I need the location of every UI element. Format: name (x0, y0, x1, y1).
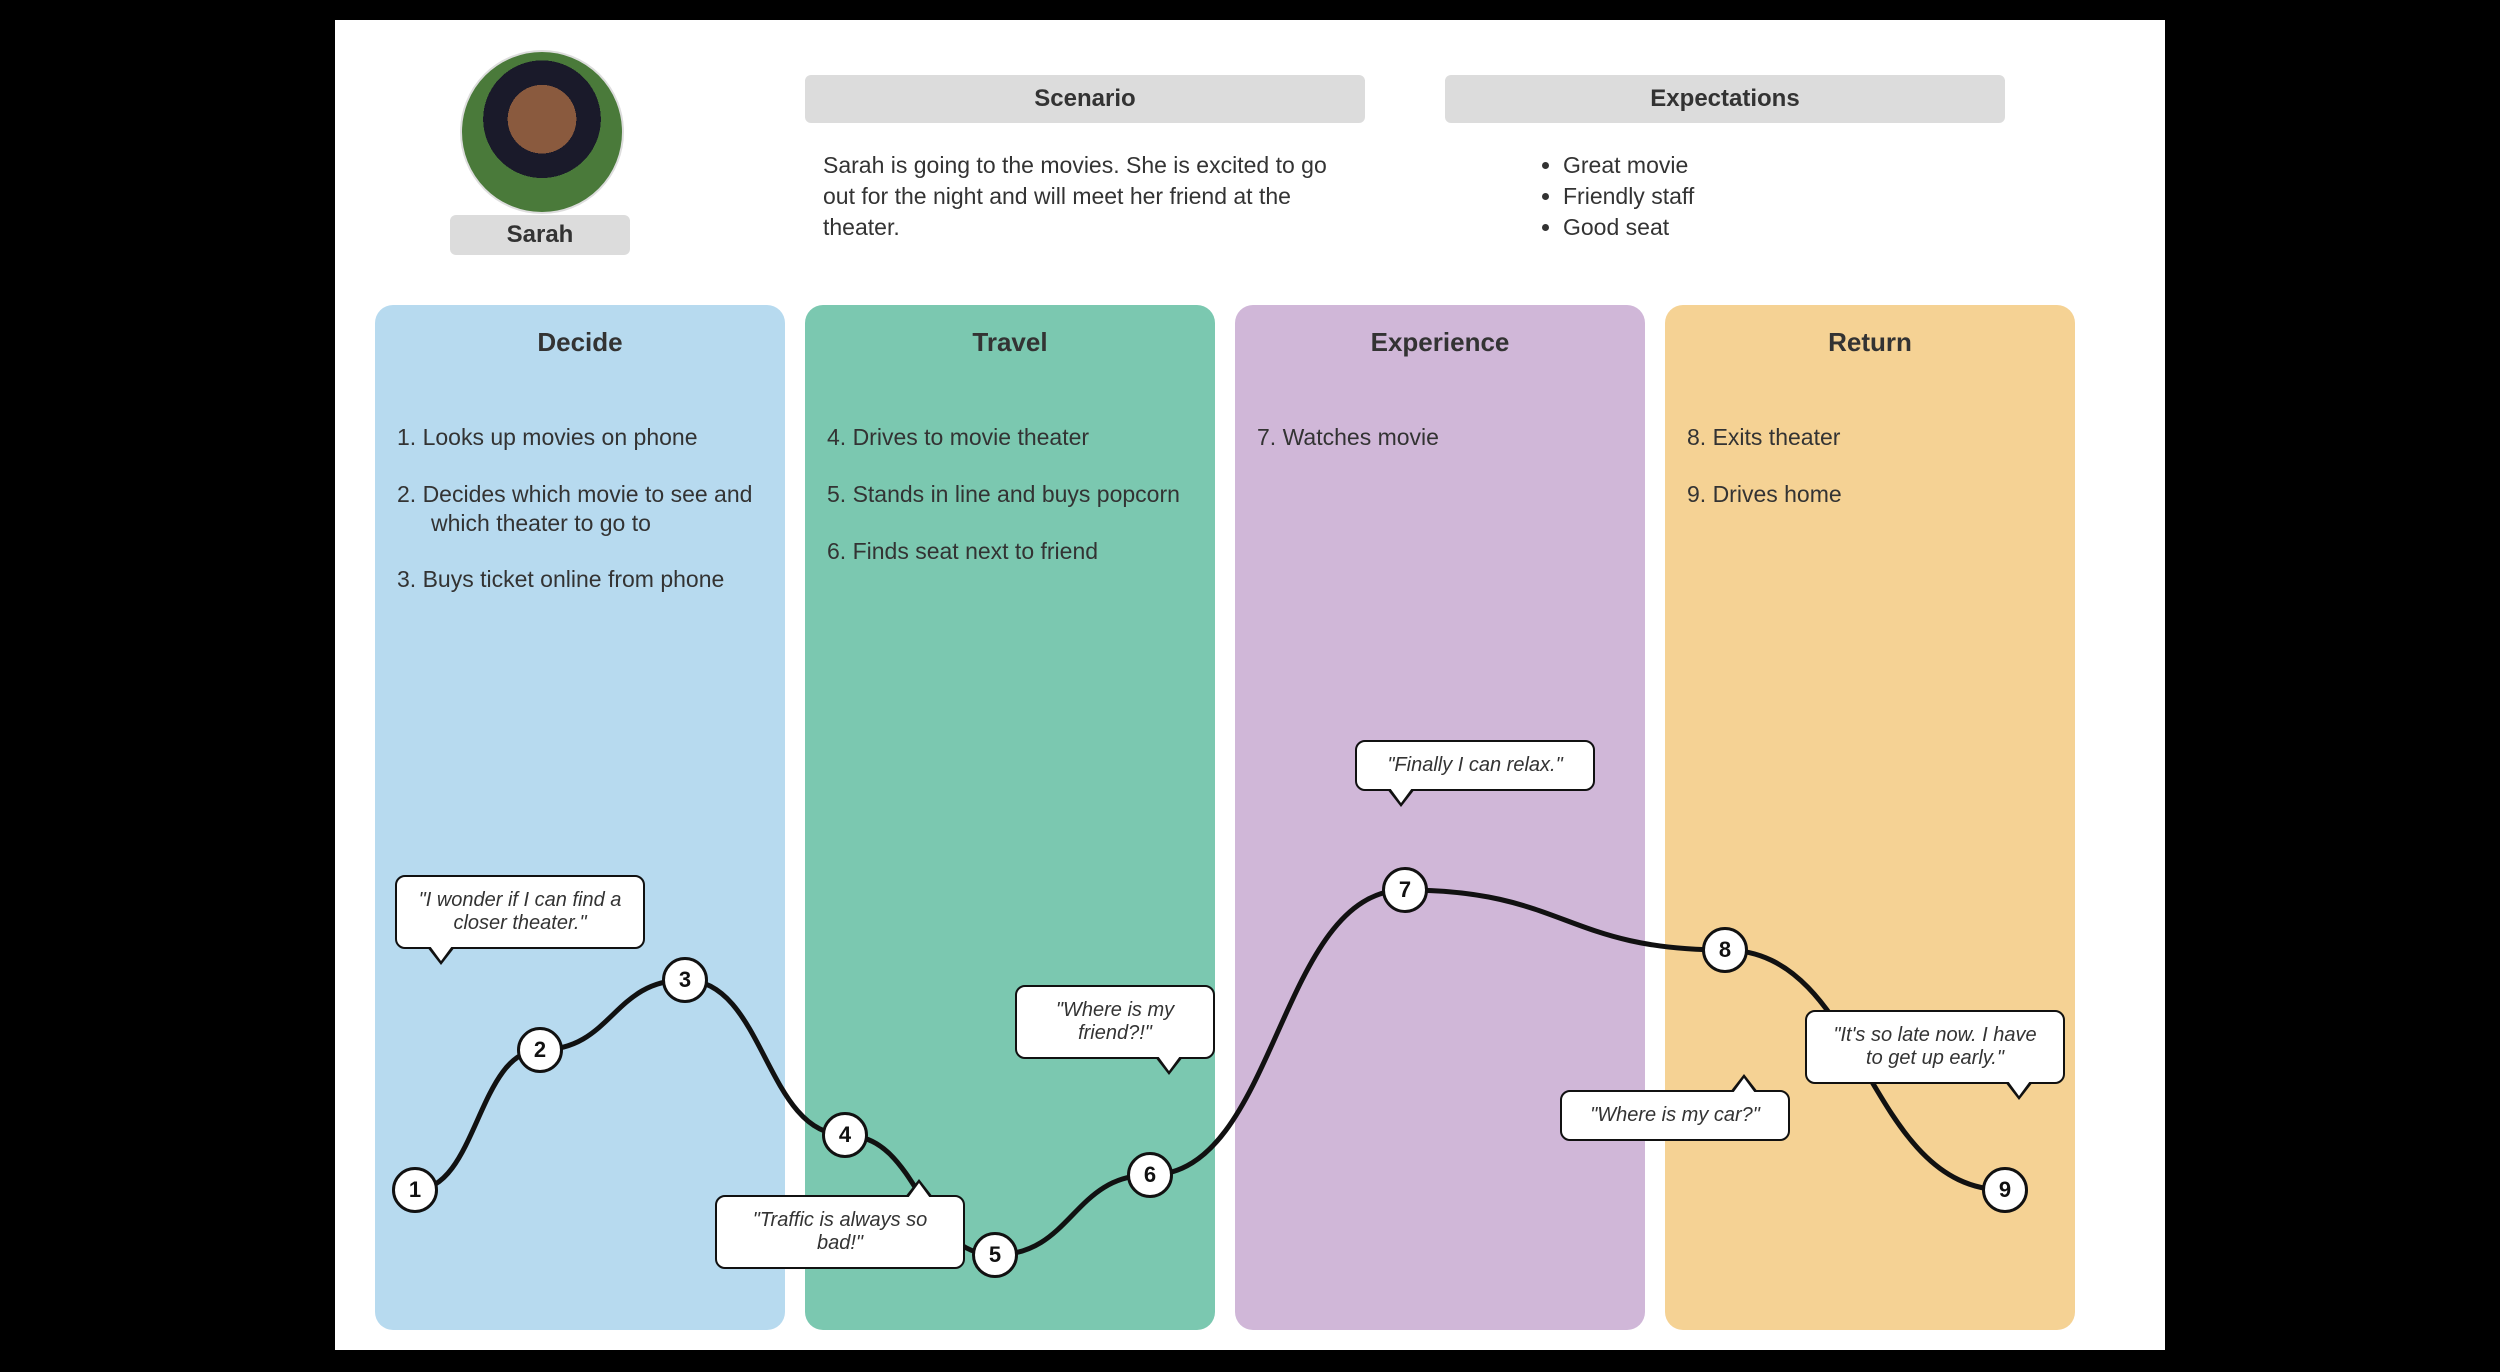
expectation-item: Good seat (1563, 212, 1995, 243)
journey-node-7: 7 (1382, 867, 1428, 913)
phase-experience: Experience 7. Watches movie (1235, 305, 1645, 1330)
phase-title: Travel (805, 305, 1215, 358)
expectations-header: Expectations (1445, 75, 2005, 123)
expectations-body: Great movie Friendly staff Good seat (1535, 150, 1995, 243)
bubble-tail-icon (2005, 1082, 2033, 1100)
scenario-body: Sarah is going to the movies. She is exc… (823, 150, 1353, 243)
phase-step: 1. Looks up movies on phone (397, 423, 763, 452)
phase-step: 8. Exits theater (1687, 423, 2053, 452)
persona-avatar (460, 50, 624, 214)
journey-node-1: 1 (392, 1167, 438, 1213)
phase-step: 4. Drives to movie theater (827, 423, 1193, 452)
thought-bubble-step-7: "Finally I can relax." (1355, 740, 1595, 791)
phase-title: Return (1665, 305, 2075, 358)
phase-step: 5. Stands in line and buys popcorn (827, 480, 1193, 509)
thought-bubble-step-2: "I wonder if I can find a closer theater… (395, 875, 645, 949)
journey-node-9: 9 (1982, 1167, 2028, 1213)
phase-step: 3. Buys ticket online from phone (397, 565, 763, 594)
phase-title: Experience (1235, 305, 1645, 358)
phase-step: 7. Watches movie (1257, 423, 1623, 452)
persona-name: Sarah (450, 215, 630, 255)
journey-node-8: 8 (1702, 927, 1748, 973)
phase-steps: 1. Looks up movies on phone 2. Decides wh… (397, 423, 763, 622)
expectation-item: Friendly staff (1563, 181, 1995, 212)
bubble-tail-icon (1730, 1074, 1758, 1092)
journey-node-2: 2 (517, 1027, 563, 1073)
phase-step: 6. Finds seat next to friend (827, 537, 1193, 566)
journey-node-5: 5 (972, 1232, 1018, 1278)
phase-steps: 4. Drives to movie theater 5. Stands in l… (827, 423, 1193, 593)
thought-bubble-step-6: "Where is my friend?!" (1015, 985, 1215, 1059)
bubble-tail-icon (427, 947, 455, 965)
journey-map-canvas: Sarah Scenario Sarah is going to the mov… (335, 20, 2165, 1350)
bubble-tail-icon (905, 1179, 933, 1197)
bubble-tail-icon (1387, 789, 1415, 807)
phase-decide: Decide 1. Looks up movies on phone 2. Deci… (375, 305, 785, 1330)
phase-title: Decide (375, 305, 785, 358)
scenario-header: Scenario (805, 75, 1365, 123)
phase-steps: 7. Watches movie (1257, 423, 1623, 480)
bubble-tail-icon (1155, 1057, 1183, 1075)
phase-steps: 8. Exits theater 9. Drives home (1687, 423, 2053, 537)
thought-bubble-step-8: "Where is my car?" (1560, 1090, 1790, 1141)
journey-node-3: 3 (662, 957, 708, 1003)
expectation-item: Great movie (1563, 150, 1995, 181)
thought-bubble-step-4: "Traffic is always so bad!" (715, 1195, 965, 1269)
thought-bubble-step-9: "It's so late now. I have to get up earl… (1805, 1010, 2065, 1084)
journey-node-4: 4 (822, 1112, 868, 1158)
expectations-list: Great movie Friendly staff Good seat (1535, 150, 1995, 243)
journey-node-6: 6 (1127, 1152, 1173, 1198)
phase-step: 2. Decides which movie to see and which … (397, 480, 763, 538)
phase-step: 9. Drives home (1687, 480, 2053, 509)
